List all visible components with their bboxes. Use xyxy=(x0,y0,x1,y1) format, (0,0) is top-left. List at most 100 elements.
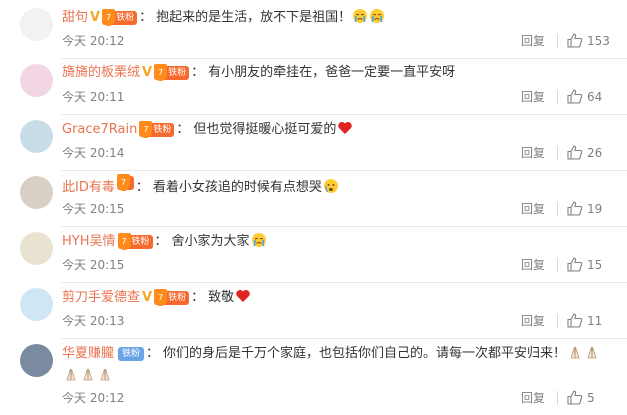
reply-button[interactable]: 回复 xyxy=(521,33,545,49)
divider xyxy=(62,226,627,227)
colon: ： xyxy=(139,10,153,25)
divider xyxy=(62,338,627,339)
reply-button[interactable]: 回复 xyxy=(521,201,545,217)
comment-line: 此ID有毒 7 ：看着小女孩追的时候有点想哭 xyxy=(62,174,339,197)
emoji-icon xyxy=(336,122,353,137)
emoji-icon xyxy=(566,346,600,361)
comment-line: Grace7Rain 7 铁粉：但也觉得挺暖心挺可爱的 xyxy=(62,120,353,139)
comment-text: 有小朋友的牵挂在，爸爸一定要一直平安呀 xyxy=(208,65,456,80)
colon: ： xyxy=(154,234,168,249)
fan-badge-label: 铁粉 xyxy=(131,237,150,247)
like-count: 153 xyxy=(587,34,610,48)
fan-badge-label: 铁粉 xyxy=(168,68,187,78)
emoji-icon xyxy=(322,179,339,195)
fan-level: 7 xyxy=(117,233,131,250)
comment-timestamp: 今天 20:15 xyxy=(62,202,125,216)
reply-button[interactable]: 回复 xyxy=(521,313,545,329)
reply-button[interactable]: 回复 xyxy=(521,390,545,406)
separator xyxy=(557,258,558,272)
like-button[interactable]: 19 xyxy=(567,201,602,217)
username-link[interactable]: 剪刀手爱德查 xyxy=(62,290,140,305)
avatar[interactable] xyxy=(20,120,53,153)
thumbs-up-icon xyxy=(567,257,583,272)
avatar[interactable] xyxy=(20,232,53,265)
avatar[interactable] xyxy=(20,64,53,97)
comment-line: 甜句 V 7 铁粉：抱起来的是生活，放不下是祖国！ xyxy=(62,8,385,27)
comment-text: 致敬 xyxy=(208,290,235,305)
fan-badge[interactable]: 7 铁粉 xyxy=(117,233,153,250)
avatar[interactable] xyxy=(20,288,53,321)
fan-level: 7 xyxy=(154,289,168,306)
username-link[interactable]: Grace7Rain xyxy=(62,122,137,137)
comment-text: 看着小女孩追的时候有点想哭 xyxy=(152,180,322,195)
divider xyxy=(62,170,627,171)
like-button[interactable]: 64 xyxy=(567,89,602,105)
like-button[interactable]: 15 xyxy=(567,257,602,273)
like-count: 26 xyxy=(587,146,603,160)
username-link[interactable]: 旖旖的板栗绒 xyxy=(62,65,140,80)
emoji-icon xyxy=(234,290,251,305)
emoji-icon xyxy=(250,233,267,249)
username-link[interactable]: 华夏赚朧 xyxy=(62,346,114,361)
comment-text-continued xyxy=(62,366,113,385)
divider xyxy=(62,114,627,115)
comment-line: HYH吴情 7 铁粉：舍小家为大家 xyxy=(62,232,267,251)
like-button[interactable]: 5 xyxy=(567,390,595,406)
comment-line: 旖旖的板栗绒 V 7 铁粉：有小朋友的牵挂在，爸爸一定要一直平安呀 xyxy=(62,64,455,82)
separator xyxy=(557,90,558,104)
comment-line: 华夏赚朧 铁粉：你们的身后是千万个家庭，也包括你们自己的。请每一次都平安归来！ xyxy=(62,344,600,363)
pray-emoji-icon xyxy=(62,368,113,383)
separator xyxy=(557,146,558,160)
fan-badge[interactable]: 铁粉 xyxy=(118,347,145,361)
divider xyxy=(62,58,627,59)
comment-text: 舍小家为大家 xyxy=(171,234,250,249)
colon: ： xyxy=(135,180,149,195)
comment-line: 剪刀手爱德查 V 7 铁粉：致敬 xyxy=(62,288,251,307)
comment-timestamp: 今天 20:14 xyxy=(62,146,125,160)
fan-badge[interactable]: 7 xyxy=(116,174,134,191)
reply-button[interactable]: 回复 xyxy=(521,145,545,161)
separator xyxy=(557,34,558,48)
username-link[interactable]: 甜句 xyxy=(62,10,88,25)
verified-v-icon: V xyxy=(142,290,153,305)
fan-level: 7 xyxy=(139,121,153,138)
colon: ： xyxy=(146,346,160,361)
separator xyxy=(557,314,558,328)
fan-badge[interactable]: 7 铁粉 xyxy=(102,9,138,26)
verified-v-icon: V xyxy=(90,10,101,25)
thumbs-up-icon xyxy=(567,201,583,216)
separator xyxy=(557,202,558,216)
fan-badge[interactable]: 7 铁粉 xyxy=(154,64,190,81)
avatar[interactable] xyxy=(20,176,53,209)
verified-v-icon: V xyxy=(142,65,153,80)
avatar[interactable] xyxy=(20,8,53,41)
like-count: 19 xyxy=(587,202,603,216)
thumbs-up-icon xyxy=(567,33,583,48)
username-link[interactable]: HYH吴情 xyxy=(62,234,116,249)
thumbs-up-icon xyxy=(567,145,583,160)
thumbs-up-icon xyxy=(567,89,583,104)
like-count: 15 xyxy=(587,258,603,272)
reply-button[interactable]: 回复 xyxy=(521,257,545,273)
like-button[interactable]: 153 xyxy=(567,33,610,49)
comment-timestamp: 今天 20:15 xyxy=(62,258,125,272)
reply-button[interactable]: 回复 xyxy=(521,89,545,105)
thumbs-up-icon xyxy=(567,390,583,405)
colon: ： xyxy=(176,122,190,137)
avatar[interactable] xyxy=(20,344,53,377)
like-count: 11 xyxy=(587,314,603,328)
like-count: 64 xyxy=(587,90,603,104)
fan-level: 7 xyxy=(116,174,130,191)
thumbs-up-icon xyxy=(567,313,583,328)
fan-level: 7 xyxy=(154,64,168,81)
fan-badge[interactable]: 7 铁粉 xyxy=(154,289,190,306)
divider xyxy=(62,282,627,283)
comment-text: 但也觉得挺暖心挺可爱的 xyxy=(193,122,337,137)
username-link[interactable]: 此ID有毒 xyxy=(62,180,115,195)
fan-level: 7 xyxy=(102,9,116,26)
like-button[interactable]: 26 xyxy=(567,145,602,161)
fan-badge[interactable]: 7 铁粉 xyxy=(139,121,175,138)
like-button[interactable]: 11 xyxy=(567,313,602,329)
comment-text: 抱起来的是生活，放不下是祖国！ xyxy=(156,10,352,25)
comment-timestamp: 今天 20:11 xyxy=(62,90,125,104)
